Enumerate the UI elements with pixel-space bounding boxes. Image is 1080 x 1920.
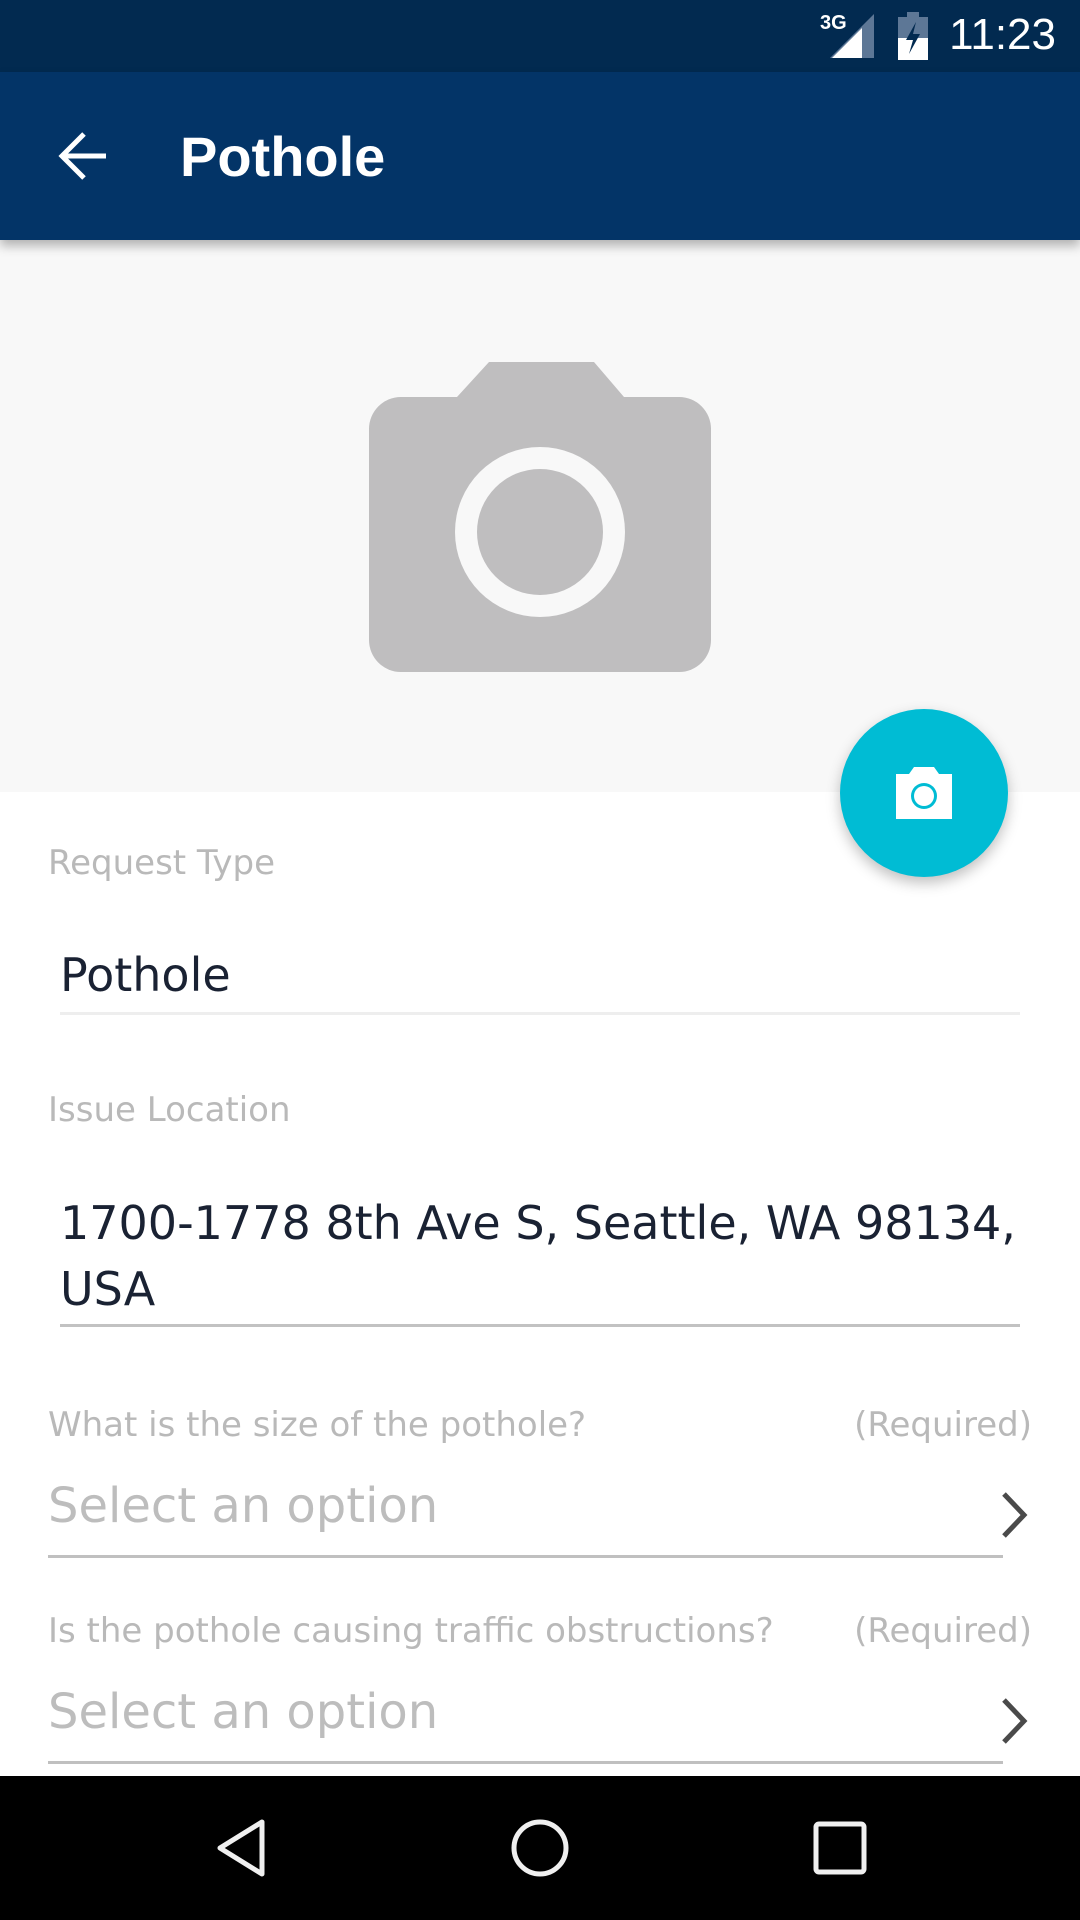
pothole-size-label: What is the size of the pothole? [48, 1405, 587, 1445]
required-badge: (Required) [854, 1405, 1032, 1445]
pothole-size-select[interactable]: Select an option [48, 1478, 438, 1534]
issue-location-line-1: 1700-1778 8th Ave S, Seattle, WA 98134, [60, 1196, 1016, 1250]
signal-icon [830, 14, 874, 58]
issue-location-line-2: USA [60, 1262, 156, 1316]
issue-location-label: Issue Location [48, 1090, 291, 1130]
issue-location-underline [60, 1324, 1020, 1327]
chevron-right-icon[interactable] [998, 1490, 1030, 1540]
page-title: Pothole [180, 125, 386, 188]
home-nav-icon[interactable] [504, 1812, 576, 1884]
traffic-obstruction-underline [48, 1761, 1003, 1764]
request-type-underline [60, 1012, 1020, 1015]
add-photo-button[interactable] [840, 709, 1008, 877]
camera-icon [896, 767, 952, 819]
request-type-label: Request Type [48, 843, 276, 883]
pothole-size-underline [48, 1555, 1003, 1558]
traffic-obstruction-select[interactable]: Select an option [48, 1684, 438, 1740]
arrow-left-icon[interactable] [56, 128, 112, 184]
traffic-obstruction-label: Is the pothole causing traffic obstructi… [48, 1611, 774, 1651]
app-bar: Pothole [0, 72, 1080, 240]
status-bar: 3G 11:23 [0, 0, 1080, 72]
back-nav-icon[interactable] [204, 1812, 276, 1884]
recents-nav-icon[interactable] [804, 1812, 876, 1884]
issue-location-field[interactable]: 1700-1778 8th Ave S, Seattle, WA 98134, … [60, 1190, 1016, 1322]
chevron-right-icon[interactable] [998, 1696, 1030, 1746]
camera-placeholder-icon [369, 362, 711, 672]
required-badge: (Required) [854, 1611, 1032, 1651]
clock: 11:23 [949, 10, 1056, 59]
battery-charging-icon [898, 12, 928, 60]
request-type-value: Pothole [60, 948, 231, 1002]
navigation-bar [0, 1776, 1080, 1920]
